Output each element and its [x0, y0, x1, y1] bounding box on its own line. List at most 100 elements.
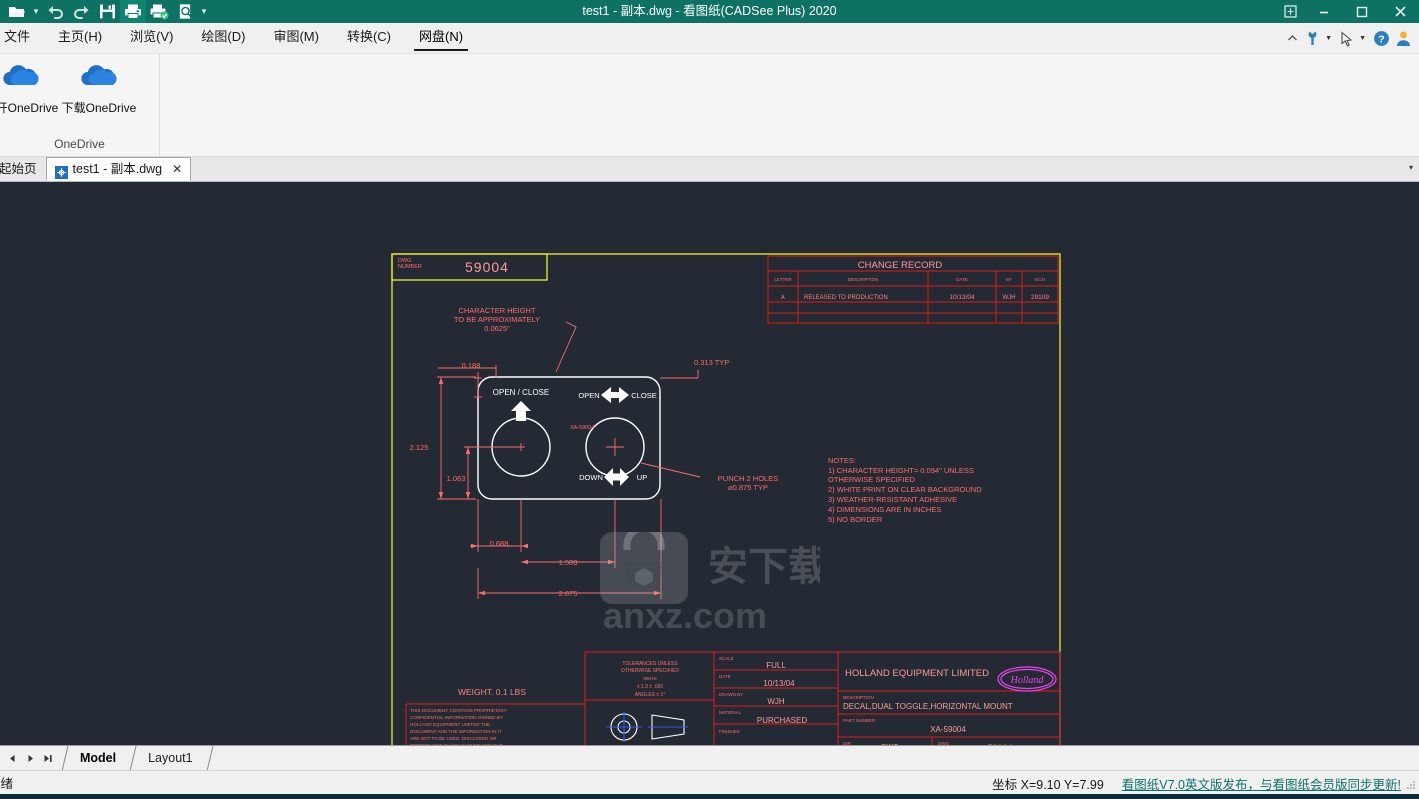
svg-text:HOLLAND EQUIPMENT LIMITED: HOLLAND EQUIPMENT LIMITED	[845, 668, 989, 679]
svg-text:XA-59004: XA-59004	[930, 725, 966, 734]
user-account-icon[interactable]	[1394, 28, 1413, 50]
svg-text:± 1.3 ± .060: ± 1.3 ± .060	[637, 684, 664, 690]
svg-text:UP: UP	[637, 473, 647, 482]
ribbon-tab-bar: 文件 主页(H) 浏览(V) 绘图(D) 审图(M) 转换(C) 网盘(N) ▼…	[0, 23, 1419, 54]
svg-text:CHARACTER HEIGHT: CHARACTER HEIGHT	[458, 306, 536, 315]
window-controls	[1275, 0, 1419, 23]
doc-tab-start-page[interactable]: 起始页	[0, 158, 46, 181]
svg-text:THIS DOCUMENT CONTAINS PROPRIE: THIS DOCUMENT CONTAINS PROPRIETARY	[410, 708, 507, 713]
svg-text:Holland: Holland	[1010, 675, 1045, 686]
status-bar: 就绪 坐标 X=9.10 Y=7.99 看图纸V7.0英文版发布，与看图纸会员版…	[0, 770, 1419, 794]
open-file-icon[interactable]	[4, 0, 30, 23]
quick-access-overflow-caret[interactable]: ▼	[198, 0, 210, 23]
svg-text:FINISHED: FINISHED	[719, 729, 741, 734]
status-bar-right: 坐标 X=9.10 Y=7.99 看图纸V7.0英文版发布，与看图纸会员版同步更…	[992, 771, 1401, 795]
chevron-down-icon[interactable]: ▾	[1409, 163, 1413, 172]
status-message: 就绪	[0, 777, 14, 791]
ribbon-group-label: OneDrive	[54, 137, 105, 151]
collapse-ribbon-icon[interactable]	[1285, 28, 1300, 50]
open-file-dropdown-caret[interactable]: ▼	[30, 0, 42, 23]
svg-text:WEIGHT. 0.1 LBS: WEIGHT. 0.1 LBS	[458, 687, 526, 697]
layout-tab-layout1[interactable]: Layout1	[138, 746, 204, 771]
cad-drawing: DWG NUMBER 59004 CHANGE RECORD LETTER DE…	[0, 182, 1419, 745]
resize-grip-icon[interactable]	[1406, 780, 1416, 790]
layout-tab-model[interactable]: Model	[70, 746, 128, 771]
svg-text:?: ?	[1378, 33, 1384, 45]
download-onedrive-button[interactable]: 下载OneDrive	[60, 54, 138, 116]
svg-text:59004: 59004	[465, 259, 509, 275]
onedrive-cloud-icon	[78, 62, 120, 95]
svg-text:DATE: DATE	[956, 277, 968, 282]
svg-text:PART NUMBER: PART NUMBER	[843, 718, 876, 723]
svg-text:OPEN / CLOSE: OPEN / CLOSE	[493, 388, 549, 397]
layout-tab-bar: Model Layout1	[0, 745, 1419, 771]
close-icon[interactable]: ✕	[172, 157, 182, 181]
doc-tab-test1[interactable]: test1 - 副本.dwg ✕	[45, 157, 192, 181]
svg-text:FULL: FULL	[766, 661, 786, 670]
nav-next-icon[interactable]	[22, 748, 38, 768]
document-tab-bar: 起始页 test1 - 副本.dwg ✕ ▾	[0, 157, 1419, 182]
menu-tab-view[interactable]: 浏览(V)	[116, 22, 187, 53]
svg-text:2.875: 2.875	[559, 589, 578, 598]
menu-tab-file[interactable]: 文件	[0, 22, 44, 53]
svg-text:⌀0.875 TYP: ⌀0.875 TYP	[728, 483, 768, 492]
svg-text:ECN: ECN	[1035, 277, 1045, 282]
open-onedrive-button[interactable]: 打开OneDrive	[0, 54, 60, 116]
menu-tab-cloud-disk[interactable]: 网盘(N)	[405, 22, 477, 53]
svg-text:TOLERANCES UNLESS: TOLERANCES UNLESS	[622, 661, 678, 667]
menu-tab-review[interactable]: 审图(M)	[259, 22, 333, 53]
title-bar: ▼ ▼ test1 - 副本.dwg - 看图纸(CADSee Plus) 20…	[0, 0, 1419, 23]
svg-text:DOWN: DOWN	[579, 473, 603, 482]
coordinates-readout: 坐标 X=9.10 Y=7.99	[992, 777, 1104, 792]
menu-tab-convert[interactable]: 转换(C)	[333, 22, 405, 53]
svg-text:ANGLES ± 1°: ANGLES ± 1°	[635, 692, 666, 698]
svg-text:DECAL,DUAL TOGGLE,HORIZONTAL M: DECAL,DUAL TOGGLE,HORIZONTAL MOUNT	[843, 702, 1013, 711]
svg-text:NOTES:: NOTES:	[828, 456, 856, 465]
save-icon[interactable]	[94, 0, 120, 23]
svg-text:XA-59004: XA-59004	[570, 425, 594, 431]
svg-text:3) WEATHER-RESISTANT ADHESIVE: 3) WEATHER-RESISTANT ADHESIVE	[828, 495, 957, 504]
doc-tab-test1-label: test1 - 副本.dwg	[72, 162, 163, 176]
svg-text:DESCRIPTION: DESCRIPTION	[843, 695, 874, 700]
restore-down-icon[interactable]	[1275, 0, 1305, 23]
svg-text:SCALE: SCALE	[719, 656, 734, 661]
redo-icon[interactable]	[68, 0, 94, 23]
svg-text:5) NO BORDER: 5) NO BORDER	[828, 515, 883, 524]
promo-link[interactable]: 看图纸V7.0英文版发布，与看图纸会员版同步更新!	[1122, 774, 1401, 793]
svg-text:0.688: 0.688	[490, 539, 509, 548]
batch-print-icon[interactable]	[146, 0, 172, 23]
help-icon[interactable]: ?	[1372, 28, 1391, 50]
menu-tab-home[interactable]: 主页(H)	[44, 22, 116, 53]
menu-tab-draw[interactable]: 绘图(D)	[187, 22, 259, 53]
close-button[interactable]	[1381, 0, 1419, 23]
svg-text:0.0625": 0.0625"	[484, 324, 510, 333]
svg-text:1.063: 1.063	[447, 474, 466, 483]
drawing-canvas[interactable]: DWG NUMBER 59004 CHANGE RECORD LETTER DE…	[0, 182, 1419, 745]
svg-text:1) CHARACTER HEIGHT= 0.094" UN: 1) CHARACTER HEIGHT= 0.094" UNLESS	[828, 466, 974, 475]
svg-text:ARE NOT TO BE USED, DISCLOSED: ARE NOT TO BE USED, DISCLOSED OR	[410, 736, 497, 741]
nav-last-icon[interactable]	[40, 748, 56, 768]
maximize-button[interactable]	[1343, 0, 1381, 23]
svg-text:HOLLAND EQUIPMENT LIMITED THE: HOLLAND EQUIPMENT LIMITED THE	[410, 722, 490, 727]
svg-text:TO BE APPROXIMATELY: TO BE APPROXIMATELY	[454, 315, 540, 324]
svg-text:DRAWN BY: DRAWN BY	[719, 692, 743, 697]
minimize-button[interactable]	[1305, 0, 1343, 23]
settings-dropdown-caret[interactable]: ▼	[1325, 35, 1335, 42]
nav-prev-icon[interactable]	[4, 748, 20, 768]
svg-text:WJH: WJH	[1003, 295, 1016, 301]
cursor-dropdown-caret[interactable]: ▼	[1359, 35, 1369, 42]
svg-text:CLOSE: CLOSE	[631, 391, 656, 400]
svg-text:DATE: DATE	[719, 674, 731, 679]
window-title: test1 - 副本.dwg - 看图纸(CADSee Plus) 2020	[582, 4, 837, 18]
taskbar-strip	[0, 794, 1419, 799]
cursor-pointer-icon[interactable]	[1338, 28, 1356, 50]
application-window: ▼ ▼ test1 - 副本.dwg - 看图纸(CADSee Plus) 20…	[0, 0, 1419, 799]
ribbon-group-onedrive: 打开OneDrive 下载OneDrive OneDrive	[0, 54, 160, 157]
svg-text:OTHERWISE SPECIFIED: OTHERWISE SPECIFIED	[621, 668, 679, 674]
settings-wrench-icon[interactable]	[1303, 28, 1322, 50]
print-preview-icon[interactable]	[172, 0, 198, 23]
print-icon[interactable]	[120, 0, 146, 23]
svg-text:RELEASED TO PRODUCTION: RELEASED TO PRODUCTION	[804, 295, 888, 301]
doc-tab-start-page-label: 起始页	[0, 162, 37, 176]
undo-icon[interactable]	[42, 0, 68, 23]
